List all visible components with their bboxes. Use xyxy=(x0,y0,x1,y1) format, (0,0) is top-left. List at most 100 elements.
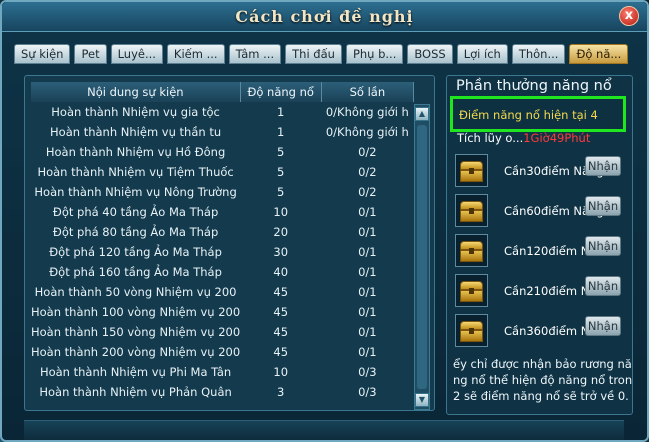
scroll-track[interactable] xyxy=(417,125,427,389)
table-row[interactable]: Hoàn thành Nhiệm vụ gia tộc 1 0/Không giới… xyxy=(31,102,414,122)
table-row[interactable]: Hoàn thành 50 vòng Nhiệm vụ 200 45 0/1 xyxy=(31,282,414,302)
event-name: Hoàn thành Nhiệm vụ Hồ Đông xyxy=(45,145,226,159)
event-points: 10 xyxy=(273,205,289,219)
close-button[interactable]: x xyxy=(619,6,639,26)
event-times: 0/2 xyxy=(358,185,377,199)
claim-button[interactable]: Nhận xyxy=(585,236,621,256)
table-row[interactable]: Hoàn thành Nhiệm vụ Nông Trường 5 0/2 xyxy=(31,182,414,202)
event-name: Hoàn thành 200 vòng Nhiệm vụ 200 xyxy=(31,345,241,359)
event-times: 0/1 xyxy=(358,345,377,359)
event-points: 45 xyxy=(273,305,289,319)
accumulated-label: Tích lũy o... xyxy=(457,131,524,145)
event-list-panel: Nội dung sự kiện Độ năng nổ Số lần Hoàn … xyxy=(24,75,435,411)
treasure-chest-icon xyxy=(455,194,488,227)
event-points: 30 xyxy=(273,245,289,259)
event-name: Hoàn thành Nhiệm vụ Phi Ma Tân xyxy=(39,365,232,379)
tab-mind[interactable]: Tâm ... xyxy=(228,44,282,64)
suggested-play-window: Cách chơi đề nghị x Sự kiện Pet Luyê... … xyxy=(0,0,649,442)
reward-item: Cần30điểm Năng Nhận xyxy=(455,154,632,190)
table-row[interactable]: Hoàn thành Nhiệm vụ Phi Ma Tân 10 0/3 xyxy=(31,362,414,382)
tab-benefits[interactable]: Lợi ích xyxy=(456,44,508,64)
header-times: Số lần xyxy=(321,82,415,102)
event-points: 10 xyxy=(273,365,289,379)
event-points: 40 xyxy=(273,265,289,279)
tab-pet[interactable]: Pet xyxy=(74,44,107,64)
tab-events[interactable]: Sự kiện xyxy=(14,44,71,64)
accumulated-time: Tích lũy o...1Giờ49Phút xyxy=(457,131,590,145)
reward-requirement: Cần120điểm Nă xyxy=(504,244,597,258)
table-row[interactable]: Đột phá 160 tầng Ảo Ma Tháp 40 0/1 xyxy=(31,262,414,282)
event-points: 20 xyxy=(273,225,289,239)
event-times: 0/1 xyxy=(358,265,377,279)
note-line: 2 sẽ điểm năng nổ sẽ trở về 0. xyxy=(453,389,629,403)
event-points: 1 xyxy=(277,125,285,139)
event-table: Nội dung sự kiện Độ năng nổ Số lần Hoàn … xyxy=(31,82,415,402)
note-line: ng nổ thể hiện độ năng nổ tron xyxy=(453,373,633,387)
claim-button[interactable]: Nhận xyxy=(585,196,621,216)
scroll-down-arrow-icon[interactable]: ▼ xyxy=(415,393,429,407)
claim-button[interactable]: Nhận xyxy=(585,276,621,296)
table-row[interactable]: Hoàn thành 100 vòng Nhiệm vụ 200 45 0/1 xyxy=(31,302,414,322)
accumulated-timer: 1Giờ49Phút xyxy=(523,131,591,145)
table-row[interactable]: Hoàn thành Nhiệm vụ Tiệm Thuốc 5 0/2 xyxy=(31,162,414,182)
table-row[interactable]: Hoàn thành Nhiệm vụ Phản Quân 3 0/3 xyxy=(31,382,414,402)
table-row[interactable]: Hoàn thành Nhiệm vụ Hồ Đông 5 0/2 xyxy=(31,142,414,162)
treasure-chest-icon xyxy=(455,154,488,187)
event-points: 5 xyxy=(277,185,285,199)
activeness-reward-panel: Phần thưởng năng nổ Điểm năng nổ hiện tạ… xyxy=(446,75,633,415)
event-name: Hoàn thành Nhiệm vụ Tiệm Thuốc xyxy=(37,165,234,179)
table-row[interactable]: Hoàn thành 150 vòng Nhiệm vụ 200 45 0/1 xyxy=(31,322,414,342)
event-points: 1 xyxy=(277,105,285,119)
reward-item: Cần120điểm Nă Nhận xyxy=(455,234,632,270)
table-header-row: Nội dung sự kiện Độ năng nổ Số lần xyxy=(31,82,415,102)
event-points: 45 xyxy=(273,325,289,339)
claim-button[interactable]: Nhận xyxy=(585,156,621,176)
event-name: Đột phá 160 tầng Ảo Ma Tháp xyxy=(49,265,222,279)
event-name: Hoàn thành 150 vòng Nhiệm vụ 200 xyxy=(31,325,241,339)
current-points-value: 4 xyxy=(590,108,598,122)
table-row[interactable]: Đột phá 120 tầng Ảo Ma Tháp 30 0/1 xyxy=(31,242,414,262)
bottom-bar xyxy=(24,420,624,440)
table-row[interactable]: Hoàn thành 200 vòng Nhiệm vụ 200 45 0/1 xyxy=(31,342,414,362)
event-points: 5 xyxy=(277,145,285,159)
event-name: Hoàn thành Nhiệm vụ thần tu xyxy=(50,125,222,139)
reward-item: Cần210điểm Nă Nhận xyxy=(455,274,632,310)
treasure-chest-icon xyxy=(455,274,488,307)
tab-competition[interactable]: Thi đấu xyxy=(285,44,342,64)
event-name: Hoàn thành Nhiệm vụ Nông Trường xyxy=(34,185,237,199)
tab-village[interactable]: Thôn... xyxy=(511,44,566,64)
event-list-scrollbar[interactable]: ▲ ▼ xyxy=(414,104,430,410)
window-title: Cách chơi đề nghị xyxy=(235,7,414,26)
header-event-content: Nội dung sự kiện xyxy=(31,82,241,102)
event-points: 45 xyxy=(273,345,289,359)
table-row[interactable]: Hoàn thành Nhiệm vụ thần tu 1 0/Không giới… xyxy=(31,122,414,142)
event-name: Hoàn thành Nhiệm vụ Phản Quân xyxy=(39,385,232,399)
tab-bar: Sự kiện Pet Luyê... Kiếm ... Tâm ... Thi… xyxy=(14,44,629,64)
event-name: Hoàn thành 50 vòng Nhiệm vụ 200 xyxy=(34,285,237,299)
event-name: Đột phá 120 tầng Ảo Ma Tháp xyxy=(49,245,222,259)
event-times: 0/Không giới h xyxy=(325,125,409,139)
event-times: 0/1 xyxy=(358,205,377,219)
claim-button[interactable]: Nhận xyxy=(585,316,621,336)
tab-sword[interactable]: Kiếm ... xyxy=(166,44,225,64)
event-times: 0/3 xyxy=(358,365,377,379)
reward-panel-title: Phần thưởng năng nổ xyxy=(456,78,612,94)
current-points-box: Điểm năng nổ hiện tại 4 xyxy=(450,96,626,132)
reward-requirement: Cần360điểm Nă xyxy=(504,324,597,338)
note-line: ểy chỉ được nhận bảo rương năng xyxy=(453,357,633,371)
event-times: 0/1 xyxy=(358,285,377,299)
header-activeness: Độ năng nổ xyxy=(240,82,322,102)
event-points: 5 xyxy=(277,165,285,179)
table-row[interactable]: Đột phá 40 tầng Ảo Ma Tháp 10 0/1 xyxy=(31,202,414,222)
tab-boss[interactable]: BOSS xyxy=(407,44,453,64)
tab-activeness[interactable]: Độ nă... xyxy=(569,44,629,64)
scroll-up-arrow-icon[interactable]: ▲ xyxy=(415,107,429,121)
treasure-chest-icon xyxy=(455,314,488,347)
event-times: 0/1 xyxy=(358,305,377,319)
reward-item: Cần60điểm Năng Nhận xyxy=(455,194,632,230)
tab-training[interactable]: Luyê... xyxy=(110,44,163,64)
event-name: Đột phá 80 tầng Ảo Ma Tháp xyxy=(52,225,219,239)
table-row[interactable]: Đột phá 80 tầng Ảo Ma Tháp 20 0/1 xyxy=(31,222,414,242)
tab-dungeon[interactable]: Phụ b... xyxy=(345,44,404,64)
event-name: Hoàn thành 100 vòng Nhiệm vụ 200 xyxy=(31,305,241,319)
